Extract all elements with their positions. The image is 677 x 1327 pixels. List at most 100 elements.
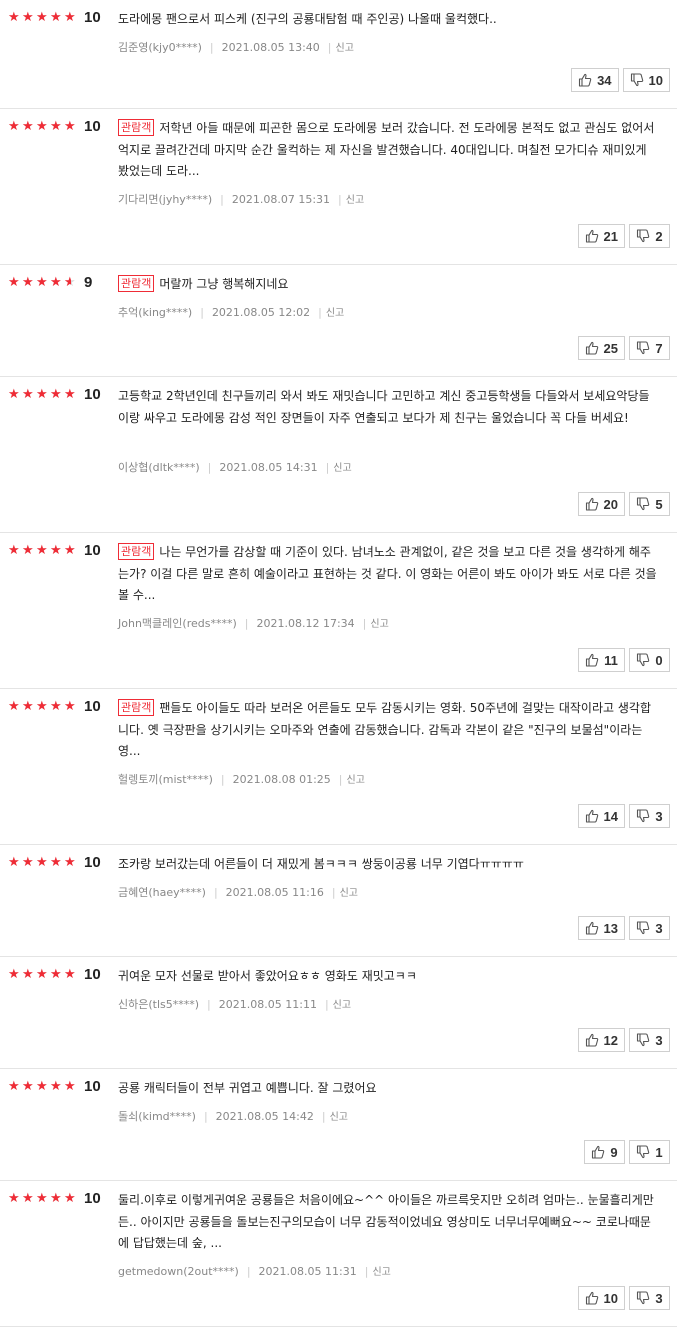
thumbs-up-icon — [585, 1033, 604, 1047]
like-button[interactable]: 12 — [577, 1028, 625, 1052]
review-meta: 기다리면(jyhy****) | 2021.08.07 15:31 | 신고 — [118, 192, 364, 208]
report-link[interactable]: 신고 — [333, 463, 351, 474]
like-button[interactable]: 13 — [577, 916, 625, 940]
report-link[interactable]: 신고 — [333, 1000, 351, 1011]
star-rating: ★ ★ ★ ★ ★ ★ ★ ★ ★ ★ — [8, 700, 78, 714]
star-rating: ★ ★ ★ ★ ★ ★ ★ ★ ★ ★ — [8, 856, 78, 870]
report-link[interactable]: 신고 — [340, 888, 358, 899]
review-meta: 금혜연(haey****) | 2021.08.05 11:16 | 신고 — [118, 885, 358, 901]
like-button[interactable]: 14 — [577, 804, 625, 828]
review-date: 2021.08.05 13:40 — [221, 40, 320, 54]
review-content: 관람객 저학년 아들 때문에 피곤한 몸으로 도라에몽 보러 갔습니다. 전 도라… — [118, 118, 658, 183]
dislike-button[interactable]: 2 — [629, 224, 670, 248]
star-icon: ★ ★ — [8, 387, 20, 402]
dislike-button[interactable]: 10 — [622, 68, 670, 92]
viewer-badge: 관람객 — [118, 275, 155, 292]
report-link[interactable]: 신고 — [330, 1112, 348, 1123]
report-link[interactable]: 신고 — [346, 195, 364, 206]
dislike-button[interactable]: 5 — [629, 492, 670, 516]
report-link[interactable]: 신고 — [336, 43, 354, 54]
report-link[interactable]: 신고 — [347, 775, 365, 786]
meta-divider: | — [220, 192, 224, 206]
vote-buttons: 11 0 — [578, 648, 670, 672]
review-meta: 돌쇠(kimd****) | 2021.08.05 14:42 | 신고 — [118, 1109, 348, 1125]
star-icon: ★ ★ — [64, 387, 76, 402]
review-list: ★ ★ ★ ★ ★ ★ ★ ★ ★ ★ 10 도라에몽 팬으로서 피스케 (진구의 공룡대탐험 때 주… — [0, 0, 677, 1327]
star-icon: ★ ★ — [22, 699, 34, 714]
review-content: 관람객 팬들도 아이들도 따라 보러온 어른들도 모두 감동시키는 영화. 50주… — [118, 698, 658, 763]
star-icon: ★ ★ — [8, 119, 20, 134]
star-icon: ★ ★ — [22, 119, 34, 134]
meta-divider: | — [207, 460, 212, 474]
review-author: 금혜연(haey****) — [118, 885, 206, 899]
vote-buttons: 10 3 — [577, 1286, 670, 1310]
rating-score: 10 — [84, 966, 101, 983]
like-button[interactable]: 11 — [578, 648, 625, 672]
thumbs-up-icon — [585, 809, 604, 823]
dislike-count: 3 — [655, 808, 663, 824]
report-link[interactable]: 신고 — [326, 308, 344, 319]
review-text: 고등학교 2학년인데 친구들끼리 와서 봐도 재밋습니다 고민하고 계신 중고등… — [118, 389, 650, 425]
star-icon: ★ ★ — [64, 967, 76, 982]
review-text: 둘리.이후로 이렇게귀여운 공룡들은 처음이에요~^^ 아이들은 까르륵웃지만 … — [118, 1193, 654, 1251]
star-rating: ★ ★ ★ ★ ★ ★ ★ ★ ★ ★ — [8, 120, 78, 134]
star-icon: ★ ★ — [50, 855, 62, 870]
review-item: ★ ★ ★ ★ ★ ★ ★ ★ ★ ★ 10 도라에몽 팬으로서 피스케 (진구의 공룡대탐험 때 주… — [0, 0, 677, 109]
thumbs-up-icon — [585, 1291, 604, 1305]
star-icon: ★ ★ — [8, 543, 20, 558]
dislike-count: 5 — [655, 496, 663, 512]
like-button[interactable]: 34 — [571, 68, 619, 92]
review-author: getmedown(2out****) — [118, 1264, 239, 1278]
like-count: 11 — [604, 652, 618, 668]
dislike-button[interactable]: 3 — [629, 1028, 670, 1052]
star-rating: ★ ★ ★ ★ ★ ★ ★ ★ ★ ★ — [8, 11, 78, 25]
review-item: ★ ★ ★ ★ ★ ★ ★ ★ ★ ★ 10 관람객 팬들도 아이들도 따라 보러온 어른들도 모두 감… — [0, 689, 677, 845]
dislike-button[interactable]: 3 — [629, 804, 670, 828]
dislike-count: 2 — [655, 228, 663, 244]
dislike-button[interactable]: 1 — [629, 1140, 670, 1164]
like-count: 13 — [603, 920, 618, 936]
review-date: 2021.08.08 01:25 — [232, 772, 331, 786]
star-rating: ★ ★ ★ ★ ★ ★ ★ ★ ★ ★ — [8, 276, 78, 290]
thumbs-up-icon — [578, 73, 597, 87]
thumbs-down-icon — [636, 229, 655, 243]
like-button[interactable]: 10 — [577, 1286, 625, 1310]
rating-score: 10 — [84, 854, 101, 871]
meta-divider: | — [325, 460, 330, 474]
star-icon: ★ ★ — [36, 275, 48, 290]
thumbs-down-icon — [636, 653, 655, 667]
like-button[interactable]: 21 — [577, 224, 625, 248]
thumbs-up-icon — [585, 653, 604, 667]
star-icon: ★ ★ — [64, 1191, 76, 1206]
thumbs-down-icon — [636, 341, 655, 355]
dislike-button[interactable]: 0 — [629, 648, 670, 672]
like-button[interactable]: 9 — [584, 1140, 625, 1164]
like-button[interactable]: 20 — [577, 492, 625, 516]
star-icon: ★ ★ — [22, 543, 34, 558]
star-rating: ★ ★ ★ ★ ★ ★ ★ ★ ★ ★ — [8, 1080, 78, 1094]
meta-divider: | — [246, 1264, 251, 1278]
dislike-button[interactable]: 7 — [629, 336, 670, 360]
dislike-count: 7 — [655, 340, 663, 356]
star-icon: ★ ★ — [36, 967, 48, 982]
star-icon: ★ ★ — [36, 1079, 48, 1094]
star-icon: ★ ★ — [64, 275, 76, 290]
vote-buttons: 25 7 — [577, 336, 670, 360]
like-count: 14 — [603, 808, 618, 824]
review-date: 2021.08.05 14:42 — [215, 1109, 314, 1123]
like-count: 12 — [603, 1032, 618, 1048]
review-meta: 신하은(tls5****) | 2021.08.05 11:11 | 신고 — [118, 997, 351, 1013]
dislike-count: 10 — [648, 72, 663, 88]
like-button[interactable]: 25 — [577, 336, 625, 360]
dislike-button[interactable]: 3 — [629, 916, 670, 940]
dislike-button[interactable]: 3 — [629, 1286, 670, 1310]
report-link[interactable]: 신고 — [370, 619, 388, 630]
meta-divider: | — [324, 997, 329, 1011]
review-date: 2021.08.05 11:16 — [225, 885, 324, 899]
review-author: 신하은(tls5****) — [118, 997, 200, 1011]
review-text: 공룡 캐릭터들이 전부 귀엽고 예쁩니다. 잘 그렸어요 — [118, 1081, 377, 1095]
star-icon: ★ ★ — [8, 1191, 20, 1206]
review-content: 귀여운 모자 선물로 받아서 좋았어요ㅎㅎ 영화도 재밋고ㅋㅋ — [118, 966, 658, 988]
star-icon: ★ ★ — [50, 967, 62, 982]
report-link[interactable]: 신고 — [372, 1267, 390, 1278]
